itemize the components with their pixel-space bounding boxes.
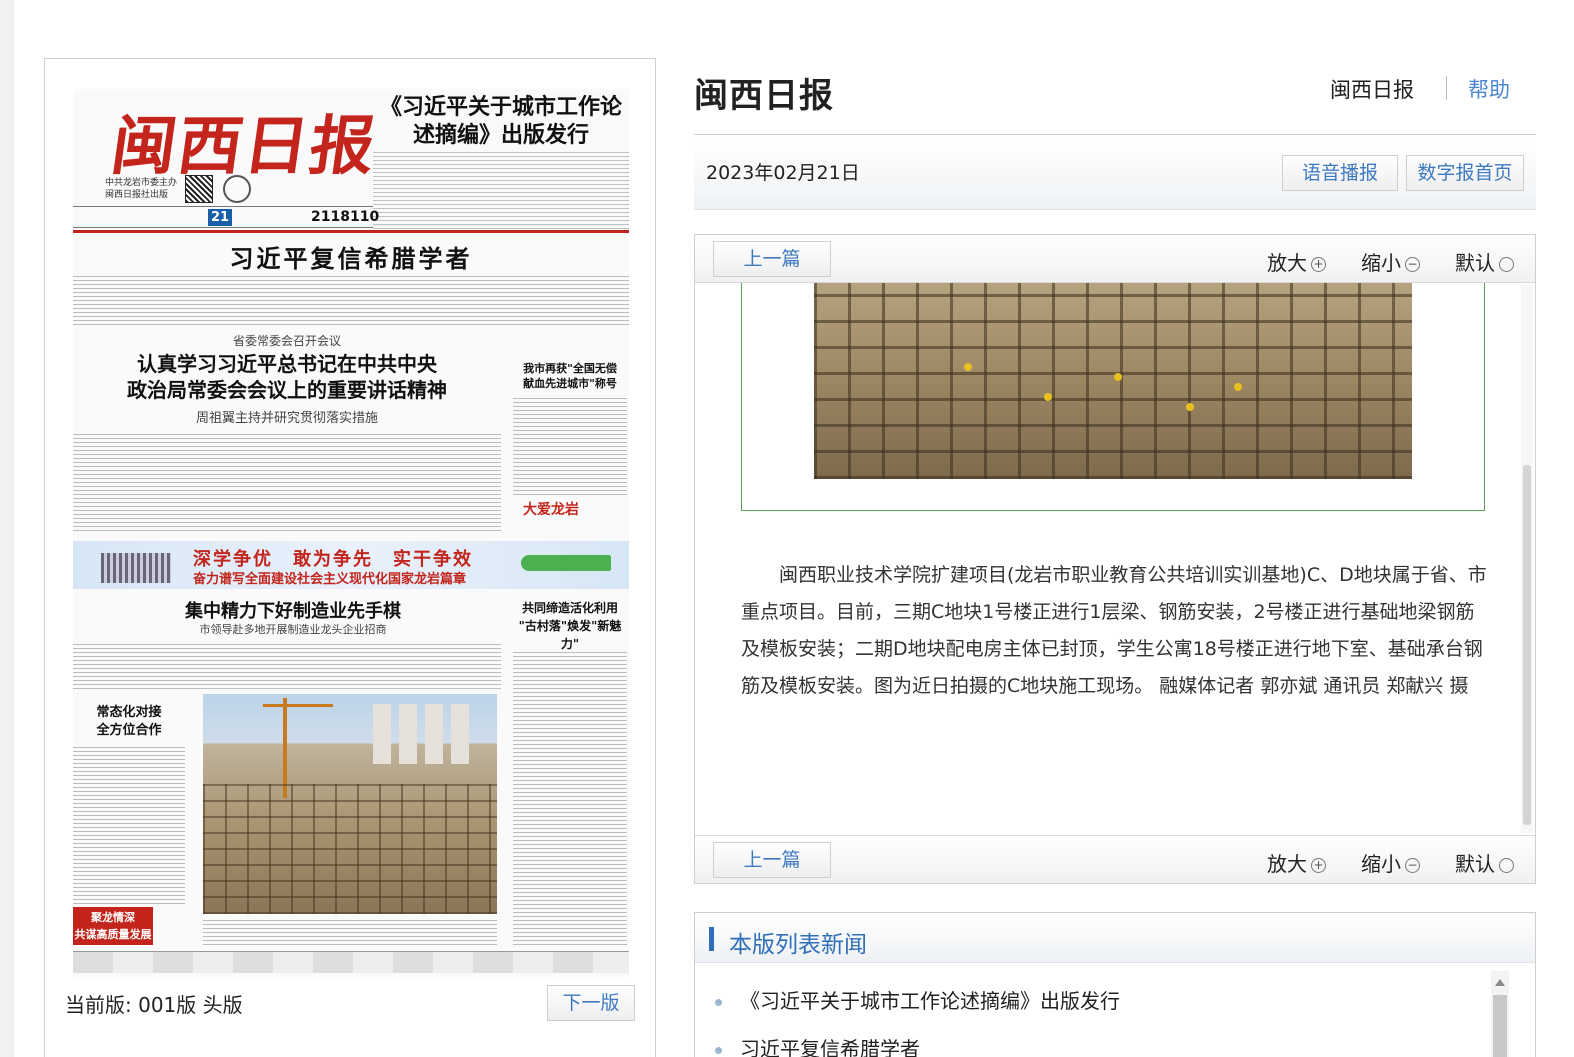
masthead: 闽西日报 中共龙岩市委主办 闽西日报社出版 《习近平关于城市工作论述摘编》出版发… (73, 89, 629, 234)
article-photo[interactable] (814, 283, 1412, 479)
list-scrollbar-thumb[interactable] (1493, 995, 1507, 1057)
worker-graphic (1234, 383, 1242, 391)
headline-2[interactable]: 认真学习习近平总书记在中共中央 政治局常委会会议上的重要讲话精神 (73, 351, 501, 403)
masthead-rule (73, 230, 629, 233)
left-article-text (73, 744, 185, 904)
article-panel: 上一篇 放大 + 缩小 − 默认 闽西职业技术学院扩建项目(龙岩市职业教育公共培训实… (694, 234, 1536, 884)
zoom-out-button-bottom[interactable]: 缩小 − (1361, 848, 1420, 877)
side-headline-2[interactable]: 共同缔造活化利用 "古村落"焕发"新魅力" (511, 599, 629, 653)
photo-caption-text (203, 917, 497, 945)
red-box[interactable]: 聚龙情深 共谋高质量发展 (73, 907, 153, 945)
zoom-in-button-bottom[interactable]: 放大 + (1267, 848, 1326, 877)
brand-title: 闽西日报 (694, 76, 834, 116)
minus-icon: − (1405, 858, 1420, 873)
zoom-in-label: 放大 (1267, 251, 1307, 275)
sub-headline-2: 周祖翼主持并研究贯彻落实措施 (195, 411, 378, 426)
zoom-out-label: 缩小 (1361, 251, 1401, 275)
zoom-in-button[interactable]: 放大 + (1267, 247, 1326, 276)
voice-play-button[interactable]: 语音播报 (1282, 155, 1398, 191)
main-article-text (73, 273, 629, 325)
newspaper-page-image[interactable]: 闽西日报 中共龙岩市委主办 闽西日报社出版 《习近平关于城市工作论述摘编》出版发… (73, 89, 629, 977)
train-graphic (521, 555, 611, 571)
home-link[interactable]: 闽西日报 (1330, 74, 1414, 104)
construction-photo[interactable] (203, 694, 497, 914)
list-header-bar (709, 927, 714, 951)
circle-icon (1499, 858, 1514, 873)
building-graphic (101, 553, 171, 583)
badge: 大爱龙岩 (523, 502, 579, 518)
list-item-label: 《习近平关于城市工作论述摘编》出版发行 (740, 989, 1120, 1013)
article-2-text (73, 431, 501, 531)
scroll-up-icon[interactable] (1495, 979, 1505, 986)
article-toolbar-bottom: 上一篇 放大 + 缩小 − 默认 (695, 835, 1535, 883)
current-edition-label: 当前版: 001版 头版 (65, 993, 243, 1017)
weather-strip (73, 951, 629, 973)
lead-headline[interactable]: 《习近平关于城市工作论述摘编》出版发行 (373, 93, 629, 149)
article-scrollbar[interactable] (1521, 285, 1533, 833)
zoom-out-button[interactable]: 缩小 − (1361, 247, 1420, 276)
towers-graphic (373, 704, 473, 764)
crane-graphic (283, 698, 287, 798)
lead-article-text (373, 151, 629, 229)
header-divider (694, 134, 1536, 135)
list-item[interactable]: 习近平复信希腊学者 (715, 1033, 920, 1057)
masthead-logo: 闽西日报 (106, 109, 382, 184)
issue-bar: 21 2118110 (73, 206, 379, 228)
seal-icon (223, 175, 251, 203)
minus-icon: − (1405, 257, 1420, 272)
prev-article-button-bottom[interactable]: 上一篇 (713, 842, 831, 878)
link-separator (1446, 76, 1447, 100)
side-article-2-text (513, 649, 627, 945)
issue-number: 2118110 (311, 209, 380, 225)
masthead-sub: 中共龙岩市委主办 闽西日报社出版 (105, 178, 178, 200)
zoom-default-label: 默认 (1455, 852, 1495, 876)
banner: 深学争优 敢为争先 实干争效 奋力谱写全面建设社会主义现代化国家龙岩篇章 (73, 541, 629, 589)
help-link[interactable]: 帮助 (1468, 74, 1510, 104)
crane-arm-graphic (263, 704, 333, 707)
page-news-list: 本版列表新闻 《习近平关于城市工作论述摘编》出版发行 习近平复信希腊学者 (694, 912, 1536, 1057)
list-item[interactable]: 《习近平关于城市工作论述摘编》出版发行 (715, 985, 1120, 1014)
list-header: 本版列表新闻 (695, 913, 1535, 963)
left-headline[interactable]: 常态化对接 全方位合作 (73, 704, 185, 740)
list-item-label: 习近平复信希腊学者 (740, 1037, 920, 1057)
zoom-in-label: 放大 (1267, 852, 1307, 876)
zoom-default-label: 默认 (1455, 251, 1495, 275)
zoom-out-label: 缩小 (1361, 852, 1401, 876)
circle-icon (1499, 257, 1514, 272)
plus-icon: + (1311, 257, 1326, 272)
digital-home-button[interactable]: 数字报首页 (1406, 155, 1524, 191)
article-toolbar-top: 上一篇 放大 + 缩小 − 默认 (695, 235, 1535, 283)
article-scrollbar-thumb[interactable] (1523, 465, 1531, 825)
article-caption: 闽西职业技术学院扩建项目(龙岩市职业教育公共培训实训基地)C、D地块属于省、市重… (741, 564, 1487, 697)
day-number: 21 (208, 209, 232, 226)
zoom-default-button[interactable]: 默认 (1455, 247, 1514, 276)
main-headline[interactable]: 习近平复信希腊学者 (183, 239, 519, 274)
list-title: 本版列表新闻 (729, 932, 867, 958)
side-article-1-text (513, 395, 627, 495)
banner-line-2: 奋力谱写全面建设社会主义现代化国家龙岩篇章 (193, 572, 467, 587)
headline-3[interactable]: 集中精力下好制造业先手棋 (113, 597, 473, 623)
worker-graphic (1114, 373, 1122, 381)
prev-article-button[interactable]: 上一篇 (713, 241, 831, 277)
worker-graphic (1186, 403, 1194, 411)
worker-graphic (1044, 393, 1052, 401)
zoom-default-button-bottom[interactable]: 默认 (1455, 848, 1514, 877)
side-headline-1[interactable]: 我市再获"全国无偿 献血先进城市"称号 (511, 361, 629, 391)
newspaper-panel: 闽西日报 中共龙岩市委主办 闽西日报社出版 《习近平关于城市工作论述摘编》出版发… (44, 58, 656, 1057)
plus-icon: + (1311, 858, 1326, 873)
list-scrollbar[interactable] (1491, 971, 1509, 1057)
article-photo-frame (741, 283, 1485, 511)
bullet-icon (715, 999, 722, 1006)
worker-graphic (964, 363, 972, 371)
date-label: 2023年02月21日 (706, 162, 860, 184)
kicker-1: 省委常委会召开会议 (232, 334, 341, 348)
qr-code-icon (185, 175, 213, 203)
bullet-icon (715, 1047, 722, 1054)
next-page-button[interactable]: 下一版 (547, 985, 635, 1021)
site-grid-graphic (203, 784, 497, 914)
article-3-text (73, 641, 501, 689)
sub-headline-3: 市领导赴多地开展制造业龙头企业招商 (199, 623, 387, 636)
